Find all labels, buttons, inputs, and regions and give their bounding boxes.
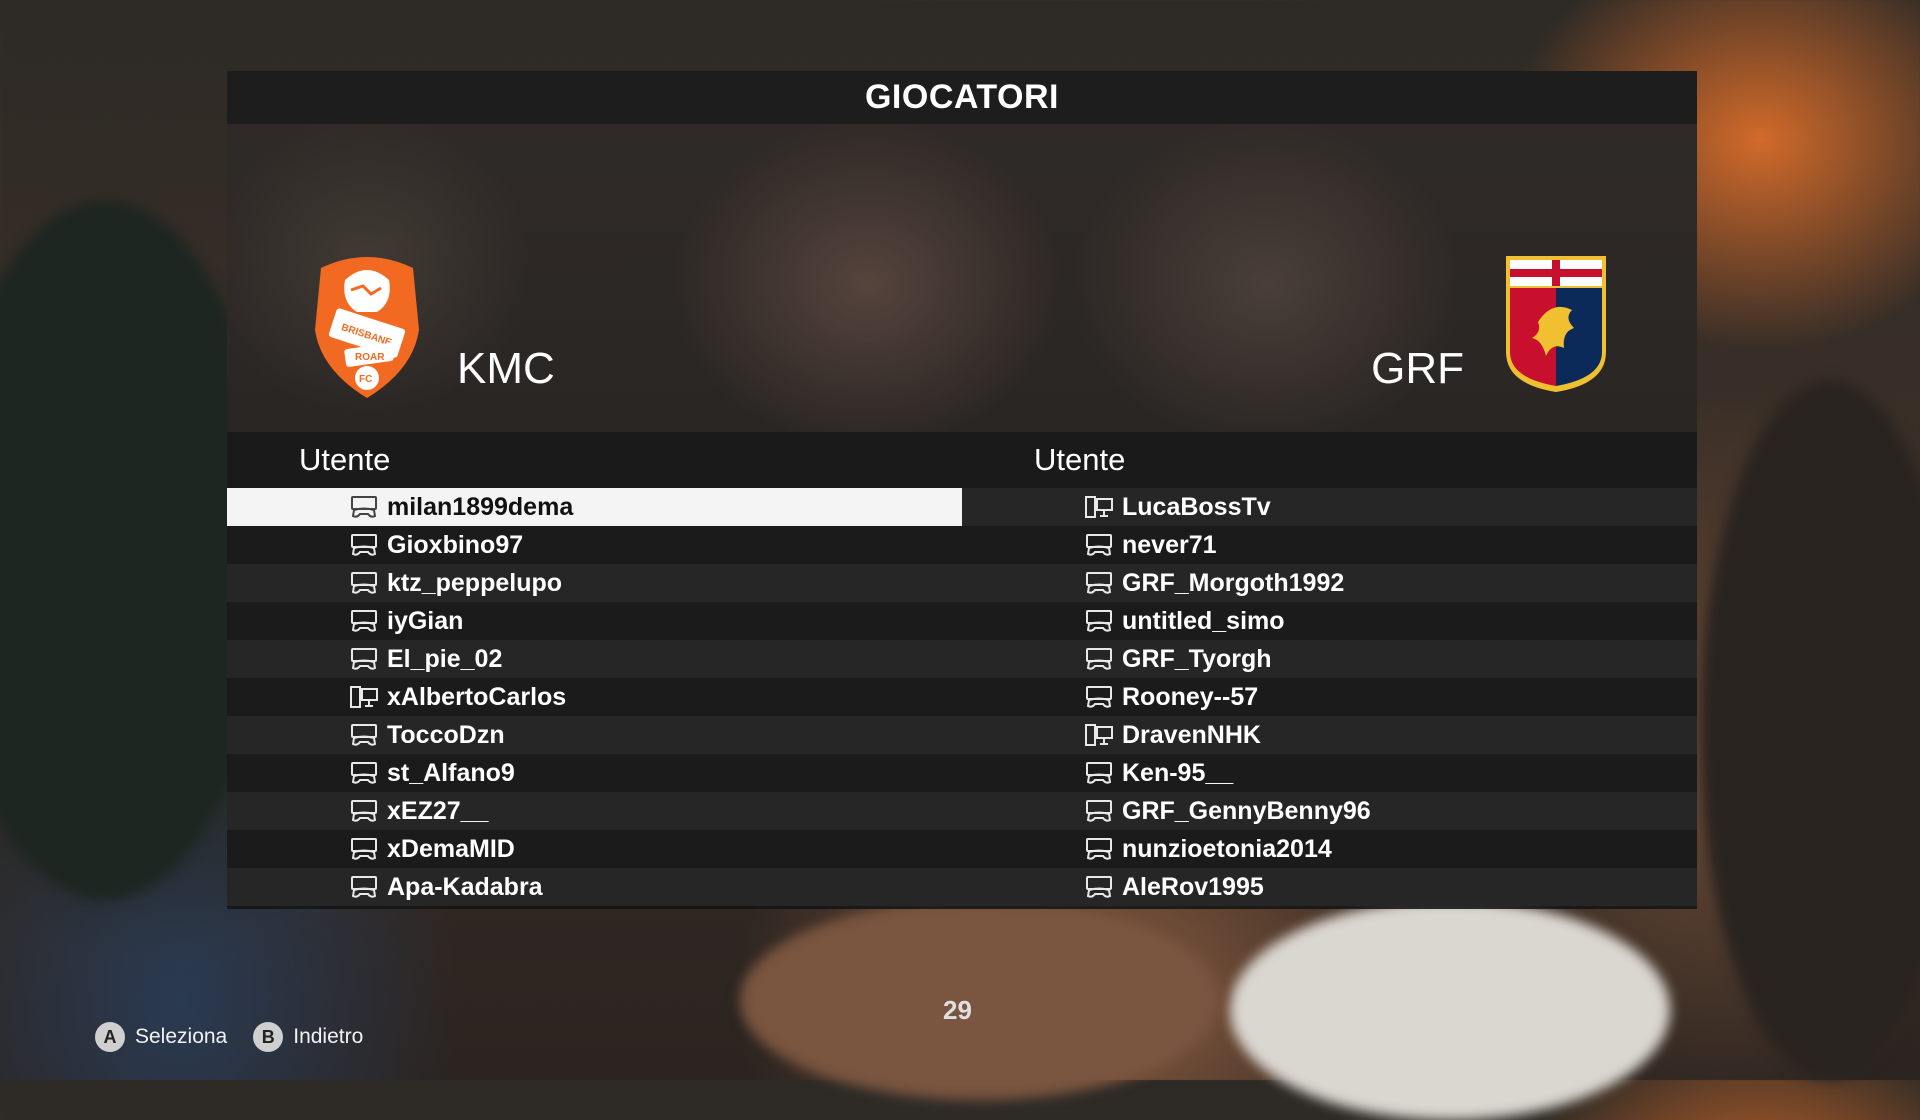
select-hint[interactable]: A Seleziona bbox=[95, 1022, 227, 1052]
player-row[interactable]: LucaBossTv bbox=[962, 488, 1697, 526]
select-hint-label: Seleziona bbox=[135, 1025, 228, 1048]
team-right-name: GRF bbox=[1371, 344, 1464, 393]
controller-icon bbox=[1084, 647, 1114, 671]
controller-icon bbox=[349, 533, 379, 557]
background-figure bbox=[1700, 380, 1920, 1080]
player-row[interactable]: untitled_simo bbox=[962, 602, 1697, 640]
teams-banner: BRISBANE ROAR FC KMC GRF bbox=[227, 124, 1697, 432]
pc-icon bbox=[349, 685, 379, 709]
players-panel: GIOCATORI BRISBANE ROAR FC KMC GRF Utent… bbox=[227, 71, 1697, 909]
player-name: GRF_Morgoth1992 bbox=[1122, 568, 1345, 597]
player-row[interactable]: GRF_Morgoth1992 bbox=[962, 564, 1697, 602]
player-row[interactable]: GRF_GennyBenny96 bbox=[962, 792, 1697, 830]
right-column-header: Utente bbox=[962, 432, 1697, 488]
player-row[interactable]: milan1899dema bbox=[227, 488, 962, 526]
button-hints: A Seleziona B Indietro bbox=[95, 1022, 389, 1052]
player-name: Ken-95__ bbox=[1122, 758, 1234, 787]
brisbane-roar-crest-icon: BRISBANE ROAR FC bbox=[315, 257, 419, 398]
team-left-name: KMC bbox=[457, 344, 555, 393]
controller-icon bbox=[1084, 837, 1114, 861]
controller-icon bbox=[1084, 571, 1114, 595]
controller-icon bbox=[349, 571, 379, 595]
player-name: st_Alfano9 bbox=[387, 758, 515, 787]
controller-icon bbox=[349, 495, 379, 519]
controller-icon bbox=[349, 609, 379, 633]
player-name: untitled_simo bbox=[1122, 606, 1285, 635]
player-row[interactable]: El_pie_02 bbox=[227, 640, 962, 678]
right-player-list: LucaBossTv never71 GRF_Morgoth1992 untitled… bbox=[962, 488, 1697, 906]
player-name: Apa-Kadabra bbox=[387, 872, 543, 901]
player-row[interactable]: GRF_Tyorgh bbox=[962, 640, 1697, 678]
player-name: GRF_Tyorgh bbox=[1122, 644, 1272, 673]
back-hint[interactable]: B Indietro bbox=[253, 1022, 363, 1052]
controller-icon bbox=[349, 837, 379, 861]
controller-icon bbox=[349, 799, 379, 823]
pc-icon bbox=[1084, 495, 1114, 519]
player-row[interactable]: iyGian bbox=[227, 602, 962, 640]
background-figure bbox=[740, 900, 1220, 1100]
controller-icon bbox=[349, 647, 379, 671]
crest-text-fc: FC bbox=[359, 374, 372, 385]
a-button-icon: A bbox=[95, 1022, 125, 1052]
controller-icon bbox=[1084, 609, 1114, 633]
player-name: xEZ27__ bbox=[387, 796, 489, 825]
controller-icon bbox=[1084, 799, 1114, 823]
controller-icon bbox=[1084, 533, 1114, 557]
left-column-header: Utente bbox=[227, 432, 962, 488]
player-row[interactable]: Rooney--57 bbox=[962, 678, 1697, 716]
player-name: AleRov1995 bbox=[1122, 872, 1264, 901]
player-row[interactable]: AleRov1995 bbox=[962, 868, 1697, 906]
player-name: DravenNHK bbox=[1122, 720, 1261, 749]
player-name: xAlbertoCarlos bbox=[387, 682, 567, 711]
player-name: nunzioetonia2014 bbox=[1122, 834, 1332, 863]
player-row[interactable]: Apa-Kadabra bbox=[227, 868, 962, 906]
controller-icon bbox=[349, 723, 379, 747]
player-name: El_pie_02 bbox=[387, 644, 503, 673]
pc-icon bbox=[1084, 723, 1114, 747]
controller-icon bbox=[1084, 761, 1114, 785]
player-name: LucaBossTv bbox=[1122, 492, 1271, 521]
player-name: Gioxbino97 bbox=[387, 530, 524, 559]
player-row[interactable]: st_Alfano9 bbox=[227, 754, 962, 792]
player-name: ToccoDzn bbox=[387, 720, 505, 749]
player-name: milan1899dema bbox=[387, 492, 574, 521]
player-row[interactable]: Ken-95__ bbox=[962, 754, 1697, 792]
controller-icon bbox=[1084, 875, 1114, 899]
controller-icon bbox=[349, 875, 379, 899]
player-name: Rooney--57 bbox=[1122, 682, 1259, 711]
player-name: ktz_peppelupo bbox=[387, 568, 563, 597]
player-row[interactable]: ToccoDzn bbox=[227, 716, 962, 754]
player-row[interactable]: xDemaMID bbox=[227, 830, 962, 868]
page-title: GIOCATORI bbox=[227, 71, 1697, 124]
player-row[interactable]: ktz_peppelupo bbox=[227, 564, 962, 602]
player-row[interactable]: xAlbertoCarlos bbox=[227, 678, 962, 716]
player-row[interactable]: nunzioetonia2014 bbox=[962, 830, 1697, 868]
page-number: 29 bbox=[943, 995, 972, 1025]
player-row[interactable]: DravenNHK bbox=[962, 716, 1697, 754]
crest-text-roar: ROAR bbox=[355, 352, 385, 363]
b-button-icon: B bbox=[253, 1022, 284, 1052]
left-player-list: milan1899dema Gioxbino97 ktz_peppelupo iyGi… bbox=[227, 488, 962, 906]
player-name: xDemaMID bbox=[387, 834, 515, 863]
player-row[interactable]: never71 bbox=[962, 526, 1697, 564]
player-row[interactable]: xEZ27__ bbox=[227, 792, 962, 830]
background-figure bbox=[1230, 900, 1670, 1120]
player-row[interactable]: Gioxbino97 bbox=[227, 526, 962, 564]
genoa-crest-icon bbox=[1506, 256, 1606, 392]
player-name: GRF_GennyBenny96 bbox=[1122, 796, 1371, 825]
back-hint-label: Indietro bbox=[293, 1025, 364, 1048]
controller-icon bbox=[349, 761, 379, 785]
player-name: iyGian bbox=[387, 606, 464, 635]
player-name: never71 bbox=[1122, 530, 1217, 559]
controller-icon bbox=[1084, 685, 1114, 709]
